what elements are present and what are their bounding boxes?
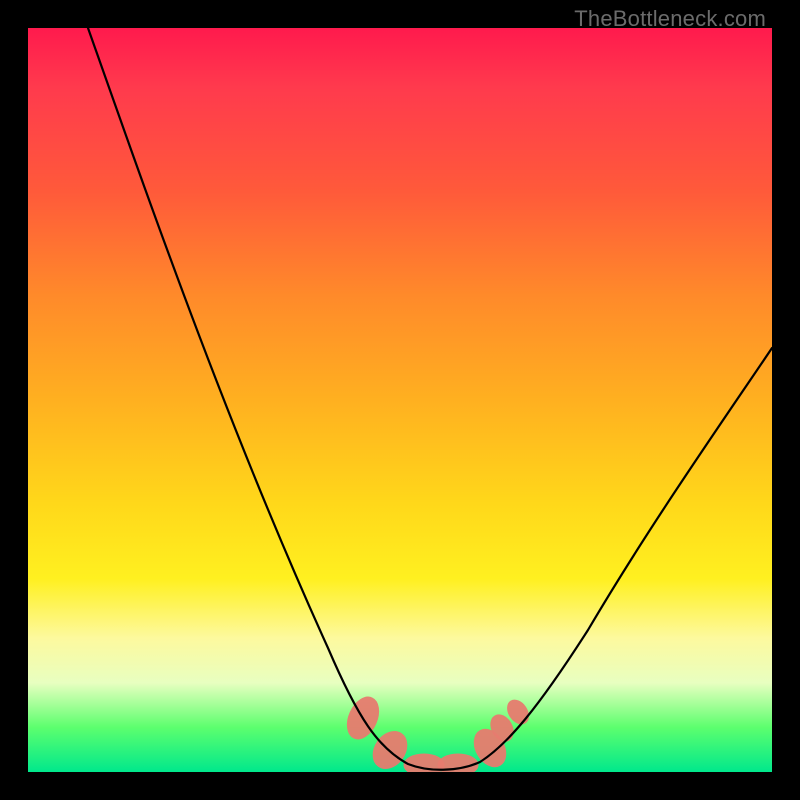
bottleneck-curve — [88, 28, 772, 770]
chart-frame: TheBottleneck.com — [0, 0, 800, 800]
plot-area — [28, 28, 772, 772]
marker-cluster — [341, 692, 532, 772]
chart-overlay — [28, 28, 772, 772]
